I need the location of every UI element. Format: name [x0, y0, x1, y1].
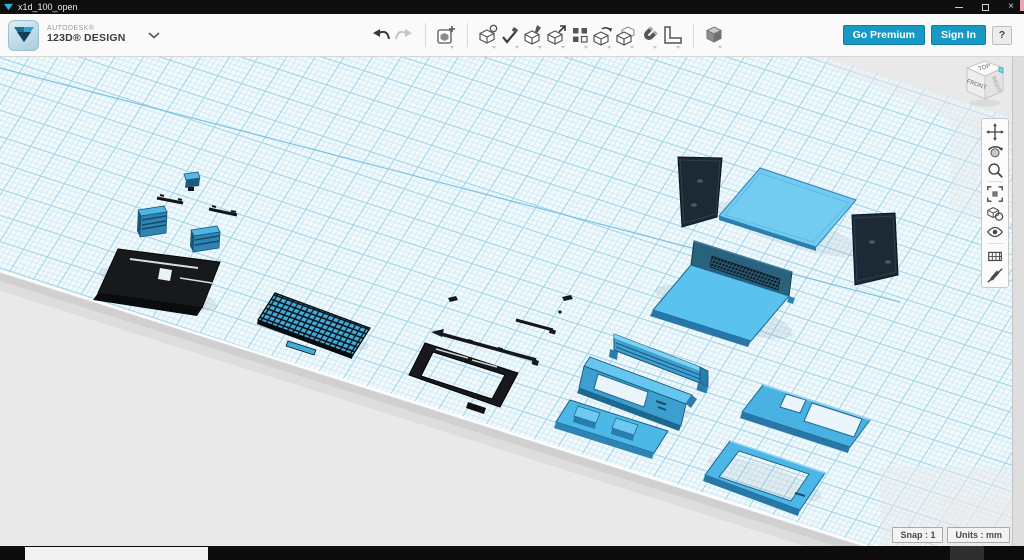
close-icon: ×	[1008, 2, 1014, 12]
viewcube-shadow	[969, 100, 1001, 107]
help-button[interactable]: ?	[992, 26, 1012, 45]
pattern-button[interactable]	[569, 20, 592, 50]
part-side-panel-left[interactable]	[678, 157, 722, 227]
part-screw[interactable]	[558, 310, 561, 313]
maximize-icon	[982, 4, 989, 11]
pan-button[interactable]	[984, 122, 1006, 141]
window-scrollbar[interactable]	[1012, 57, 1024, 546]
redo-button[interactable]	[393, 20, 416, 50]
modify-button[interactable]	[546, 20, 569, 50]
snap-setting[interactable]: Snap : 1	[892, 527, 943, 543]
material-button[interactable]	[703, 20, 726, 50]
toolbar-separator	[425, 23, 426, 47]
viewcube[interactable]: TOP FRONT RIGHT	[958, 57, 1014, 113]
primitives-button[interactable]	[477, 20, 500, 50]
measure-button[interactable]	[661, 20, 684, 50]
visibility-button[interactable]	[984, 222, 1006, 241]
taskbar-item-light[interactable]	[25, 547, 208, 560]
window-edge-accent	[1020, 0, 1024, 11]
toolbar-separator	[693, 23, 694, 47]
toolbar-separator	[467, 23, 468, 47]
dropdown-caret	[630, 46, 634, 49]
window-title: x1d_100_open	[18, 0, 78, 14]
taskbar-item-dark[interactable]	[950, 546, 984, 560]
grouping-button[interactable]	[592, 20, 615, 50]
dropdown-caret	[718, 46, 722, 49]
dropdown-caret	[515, 46, 519, 49]
hide-sketches-button[interactable]	[984, 265, 1006, 284]
app-logo-icon	[8, 20, 39, 51]
app-icon	[4, 3, 13, 12]
minimize-icon	[955, 7, 963, 8]
dropdown-caret	[607, 46, 611, 49]
sketch-button[interactable]	[500, 20, 523, 50]
navigation-toolbar	[981, 118, 1009, 288]
go-premium-button[interactable]: Go Premium	[843, 25, 925, 45]
nav-separator	[987, 181, 1003, 182]
part-side-panel-right[interactable]	[852, 213, 898, 285]
orbit-button[interactable]	[984, 141, 1006, 160]
dropdown-caret	[450, 46, 454, 49]
combine-button[interactable]	[615, 20, 638, 50]
part-drive-bezel-right[interactable]	[190, 226, 220, 252]
maximize-button[interactable]	[972, 0, 998, 14]
units-setting[interactable]: Units : mm	[947, 527, 1010, 543]
nav-separator	[987, 243, 1003, 244]
grid-settings-button[interactable]	[984, 246, 1006, 265]
zoom-button[interactable]	[984, 160, 1006, 179]
viewcube-home-corner[interactable]	[999, 67, 1003, 73]
insert-part-button[interactable]	[435, 20, 458, 50]
sign-in-button[interactable]: Sign In	[931, 25, 986, 45]
undo-button[interactable]	[370, 20, 393, 50]
dropdown-caret	[653, 46, 657, 49]
scene-svg[interactable]	[0, 57, 1024, 546]
main-menu-caret[interactable]	[148, 32, 160, 39]
model-viewport[interactable]: TOP FRONT RIGHT Snap	[0, 57, 1024, 546]
dropdown-caret	[584, 46, 588, 49]
minimize-button[interactable]	[946, 0, 972, 14]
dropdown-caret	[538, 46, 542, 49]
dropdown-caret	[676, 46, 680, 49]
tool-group	[370, 20, 726, 50]
brand-line2: 123D® DESIGN	[47, 33, 126, 45]
taskbar	[0, 546, 1024, 560]
construct-button[interactable]	[523, 20, 546, 50]
snap-button[interactable]	[638, 20, 661, 50]
app-brand: AUTODESK® 123D® DESIGN	[0, 20, 160, 51]
main-toolbar: AUTODESK® 123D® DESIGN	[0, 14, 1024, 57]
view-mode-button[interactable]	[984, 203, 1006, 222]
part-drive-bezel-left[interactable]	[137, 206, 167, 237]
dropdown-caret	[561, 46, 565, 49]
window-titlebar: x1d_100_open ×	[0, 0, 1024, 14]
dropdown-caret	[492, 46, 496, 49]
fit-view-button[interactable]	[984, 184, 1006, 203]
